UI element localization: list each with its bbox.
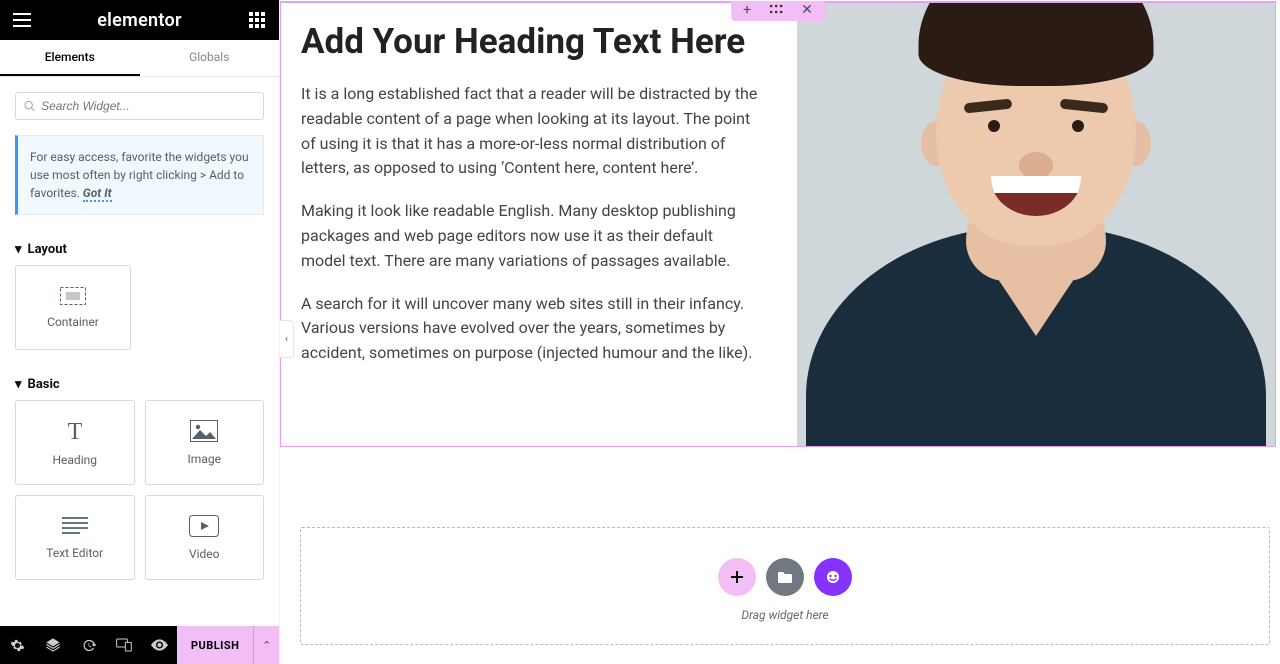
- person-photo: [797, 3, 1275, 446]
- history-icon: [81, 638, 96, 653]
- settings-button[interactable]: [0, 626, 35, 664]
- text-column[interactable]: Add Your Heading Text Here It is a long …: [281, 3, 777, 446]
- layers-icon: [45, 637, 61, 653]
- add-section-button[interactable]: +: [743, 3, 751, 17]
- widgets-grid-button[interactable]: [245, 12, 269, 28]
- section-handle: + ✕: [731, 1, 825, 21]
- widgets-panel: For easy access, favorite the widgets yo…: [0, 77, 279, 626]
- svg-text:T: T: [67, 419, 82, 443]
- drag-handle-icon[interactable]: [769, 3, 783, 17]
- section-basic-header[interactable]: ▾ Basic: [0, 365, 279, 400]
- template-library-button[interactable]: [766, 558, 804, 596]
- gear-icon: [10, 638, 25, 653]
- plus-icon: [730, 570, 744, 584]
- dropzone[interactable]: Drag widget here: [300, 527, 1270, 645]
- folder-icon: [777, 571, 793, 584]
- remove-section-button[interactable]: ✕: [801, 3, 813, 17]
- search-widget-box[interactable]: [15, 92, 264, 120]
- add-widget-button[interactable]: [718, 558, 756, 596]
- paragraph[interactable]: Making it look like readable English. Ma…: [301, 199, 759, 273]
- paragraph[interactable]: It is a long established fact that a rea…: [301, 82, 759, 181]
- widget-heading[interactable]: T Heading: [15, 400, 135, 485]
- heading-widget[interactable]: Add Your Heading Text Here: [301, 21, 759, 62]
- widget-image[interactable]: Image: [145, 400, 265, 485]
- tab-globals[interactable]: Globals: [140, 40, 280, 76]
- app-logo: elementor: [97, 10, 182, 31]
- chevron-left-icon: ‹: [285, 334, 288, 345]
- eye-icon: [151, 639, 168, 651]
- widget-label: Video: [189, 547, 220, 561]
- image-icon: [190, 420, 218, 442]
- widget-text-editor[interactable]: Text Editor: [15, 495, 135, 580]
- section-container[interactable]: + ✕ Add Your Heading Text Here It is a l…: [280, 1, 1276, 447]
- navigator-button[interactable]: [35, 626, 70, 664]
- section-basic-label: Basic: [28, 377, 60, 392]
- widget-container[interactable]: Container: [15, 265, 131, 350]
- chevron-down-icon: ▾: [15, 377, 22, 392]
- section-layout-label: Layout: [28, 242, 67, 257]
- ai-icon: [825, 569, 841, 585]
- heading-icon: T: [61, 419, 89, 443]
- collapse-panel-button[interactable]: ‹: [280, 320, 294, 358]
- responsive-button[interactable]: [106, 626, 141, 664]
- widget-label: Text Editor: [46, 546, 103, 560]
- tip-dismiss[interactable]: Got It: [83, 186, 112, 202]
- widget-label: Heading: [52, 453, 97, 467]
- topbar: elementor: [0, 0, 279, 40]
- search-icon: [24, 100, 35, 112]
- tab-elements[interactable]: Elements: [0, 40, 140, 76]
- favorites-tip: For easy access, favorite the widgets yo…: [15, 135, 264, 215]
- sidebar: elementor Elements Globals For easy acce…: [0, 0, 280, 664]
- dropzone-label: Drag widget here: [741, 608, 828, 622]
- chevron-down-icon: ▾: [15, 242, 22, 257]
- publish-button[interactable]: PUBLISH: [177, 626, 254, 664]
- image-widget[interactable]: [797, 3, 1275, 446]
- container-icon: [60, 287, 86, 305]
- widget-video[interactable]: Video: [145, 495, 265, 580]
- text-editor-icon: [62, 516, 88, 536]
- history-button[interactable]: [71, 626, 106, 664]
- section-layout-header[interactable]: ▾ Layout: [0, 230, 279, 265]
- widget-label: Container: [47, 315, 99, 329]
- responsive-icon: [116, 638, 132, 652]
- chevron-up-icon: ⌃: [262, 639, 271, 652]
- editor-canvas[interactable]: ‹ + ✕ Add Your Heading Text Here It is a…: [280, 0, 1280, 664]
- paragraph[interactable]: A search for it will uncover many web si…: [301, 292, 759, 366]
- panel-tabs: Elements Globals: [0, 40, 279, 77]
- search-input[interactable]: [41, 99, 255, 113]
- publish-options-button[interactable]: ⌃: [253, 626, 279, 664]
- video-icon: [189, 515, 219, 537]
- menu-button[interactable]: [10, 13, 34, 27]
- tip-text: For easy access, favorite the widgets yo…: [30, 150, 249, 200]
- ai-button[interactable]: [814, 558, 852, 596]
- widget-label: Image: [188, 452, 221, 466]
- bottom-toolbar: PUBLISH ⌃: [0, 626, 279, 664]
- preview-button[interactable]: [142, 626, 177, 664]
